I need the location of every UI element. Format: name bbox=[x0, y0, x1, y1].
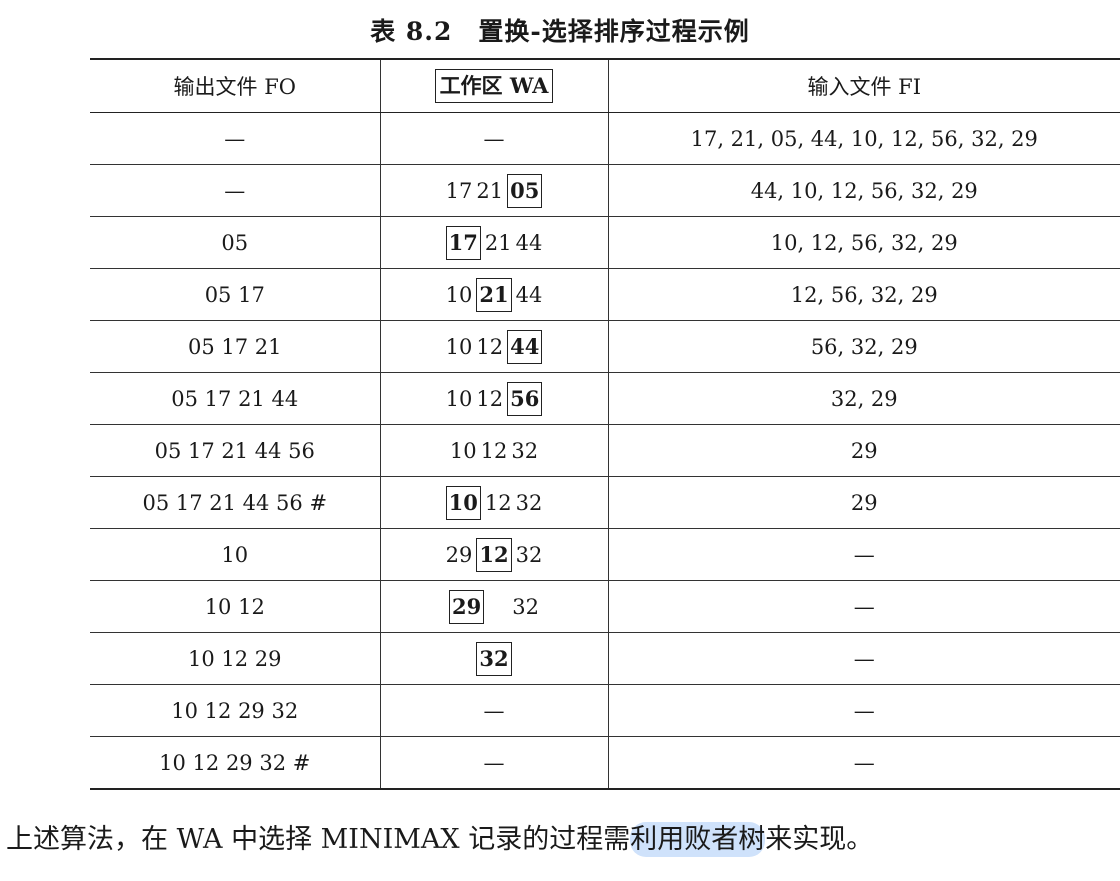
selected-record: 17 bbox=[445, 225, 481, 260]
cell-work-area: 17 21 44 bbox=[380, 216, 609, 269]
cell-output-file: 05 17 21 bbox=[90, 320, 381, 373]
work-area-record: 32 bbox=[511, 438, 539, 463]
replacement-selection-table: 输出文件 FO 工作区 WA 输入文件 FI — —17, 21, 05, 44,… bbox=[90, 58, 1120, 790]
cell-output-file: — bbox=[90, 164, 381, 217]
table-number: 表 8.2 bbox=[370, 17, 453, 46]
selected-record: 56 bbox=[507, 381, 543, 416]
table-row: 10 12 29 32 — — bbox=[90, 684, 1120, 737]
footer-text-after: 来实现。 bbox=[765, 824, 874, 855]
cell-work-area: 10 12 56 bbox=[380, 372, 609, 425]
cell-output-file: 10 bbox=[90, 528, 381, 581]
cell-work-area: 29 12 32 bbox=[380, 528, 609, 581]
cell-work-area: 32 bbox=[380, 632, 609, 685]
work-area-record: 32 bbox=[515, 490, 543, 515]
work-area-record: — bbox=[483, 126, 505, 151]
cell-output-file: 10 12 29 bbox=[90, 632, 381, 685]
cell-output-file: 05 17 21 44 56 # bbox=[90, 476, 381, 529]
work-area-record: 12 bbox=[476, 386, 504, 411]
work-area-record: 32 bbox=[515, 542, 543, 567]
work-area-record: 21 bbox=[484, 230, 512, 255]
cell-output-file: — bbox=[90, 112, 381, 165]
cell-output-file: 05 17 21 44 56 bbox=[90, 424, 381, 477]
cell-output-file: 10 12 bbox=[90, 580, 381, 633]
table-row: 05 17 21 44 10, 12, 56, 32, 29 bbox=[90, 216, 1120, 269]
selected-record: 12 bbox=[476, 537, 512, 572]
selected-record: 29 bbox=[449, 589, 485, 624]
table-row: 05 17 21 44 56 #10 12 32 29 bbox=[90, 476, 1120, 529]
header-output-file: 输出文件 FO bbox=[90, 58, 381, 113]
table-row: 10 29 12 32— bbox=[90, 528, 1120, 581]
work-area-record: 10 bbox=[445, 386, 473, 411]
table-row: 05 17 21 10 12 44 56, 32, 29 bbox=[90, 320, 1120, 373]
cell-input-file: 29 bbox=[608, 476, 1120, 529]
footer-text-before: 上述算法，在 WA 中选择 MINIMAX 记录的过程需 bbox=[6, 824, 631, 855]
cell-output-file: 05 17 21 44 bbox=[90, 372, 381, 425]
cell-work-area: 10 12 32 bbox=[380, 424, 609, 477]
cell-input-file: — bbox=[608, 736, 1120, 790]
table-row: — — 17, 21, 05, 44, 10, 12, 56, 32, 29 bbox=[90, 112, 1120, 165]
work-area-record: 12 bbox=[484, 490, 512, 515]
cell-input-file: 44, 10, 12, 56, 32, 29 bbox=[608, 164, 1120, 217]
selected-record: 32 bbox=[476, 641, 512, 676]
header-row: 输出文件 FO 工作区 WA 输入文件 FI bbox=[90, 58, 1120, 113]
cell-input-file: — bbox=[608, 632, 1120, 685]
cell-output-file: 05 bbox=[90, 216, 381, 269]
header-work-area-label: 工作区 WA bbox=[434, 69, 554, 103]
header-input-file: 输入文件 FI bbox=[608, 58, 1120, 113]
work-area-record: 12 bbox=[480, 438, 508, 463]
table-caption: 表 8.2 置换-选择排序过程示例 bbox=[0, 12, 1120, 52]
work-area-record: — bbox=[483, 750, 505, 775]
selected-record: 10 bbox=[445, 485, 481, 520]
table-body: — —17, 21, 05, 44, 10, 12, 56, 32, 29—17 2… bbox=[90, 112, 1120, 790]
selected-record: 21 bbox=[476, 277, 512, 312]
cell-work-area: 17 21 05 bbox=[380, 164, 609, 217]
work-area-record: 29 bbox=[445, 542, 473, 567]
header-work-area: 工作区 WA bbox=[380, 58, 609, 113]
footer-highlighted-text: 利用败者树 bbox=[630, 822, 766, 857]
cell-input-file: 10, 12, 56, 32, 29 bbox=[608, 216, 1120, 269]
cell-work-area: — bbox=[380, 684, 609, 737]
cell-output-file: 10 12 29 32 bbox=[90, 684, 381, 737]
cell-output-file: 05 17 bbox=[90, 268, 381, 321]
table-row: 10 12 29 32 — bbox=[90, 632, 1120, 685]
table-row: 05 17 10 21 44 12, 56, 32, 29 bbox=[90, 268, 1120, 321]
table-row: 10 12 29 32 — bbox=[90, 580, 1120, 633]
cell-input-file: 29 bbox=[608, 424, 1120, 477]
selected-record: 44 bbox=[507, 329, 543, 364]
cell-work-area: 29 32 bbox=[380, 580, 609, 633]
work-area-record: 21 bbox=[476, 178, 504, 203]
cell-work-area: 10 12 44 bbox=[380, 320, 609, 373]
cell-work-area: — bbox=[380, 736, 609, 790]
work-area-record: — bbox=[483, 698, 505, 723]
table-row: 10 12 29 32 # — — bbox=[90, 736, 1120, 790]
cell-work-area: 10 12 32 bbox=[380, 476, 609, 529]
work-area-record: 17 bbox=[445, 178, 473, 203]
work-area-record: 12 bbox=[476, 334, 504, 359]
cell-input-file: — bbox=[608, 684, 1120, 737]
cell-input-file: 17, 21, 05, 44, 10, 12, 56, 32, 29 bbox=[608, 112, 1120, 165]
cell-work-area: — bbox=[380, 112, 609, 165]
cell-input-file: — bbox=[608, 528, 1120, 581]
table-row: 05 17 21 44 56 10 12 32 29 bbox=[90, 424, 1120, 477]
work-area-record: 44 bbox=[515, 230, 543, 255]
cell-output-file: 10 12 29 32 # bbox=[90, 736, 381, 790]
table-row: —17 21 05 44, 10, 12, 56, 32, 29 bbox=[90, 164, 1120, 217]
table-row: 05 17 21 44 10 12 56 32, 29 bbox=[90, 372, 1120, 425]
work-area-record: 10 bbox=[445, 334, 473, 359]
selected-record: 05 bbox=[507, 173, 543, 208]
work-area-record: 32 bbox=[512, 594, 539, 619]
cell-input-file: 32, 29 bbox=[608, 372, 1120, 425]
cell-input-file: — bbox=[608, 580, 1120, 633]
footer-paragraph: 上述算法，在 WA 中选择 MINIMAX 记录的过程需利用败者树来实现。 bbox=[6, 820, 873, 864]
cell-work-area: 10 21 44 bbox=[380, 268, 609, 321]
work-area-record: 44 bbox=[515, 282, 543, 307]
cell-input-file: 56, 32, 29 bbox=[608, 320, 1120, 373]
work-area-record: 10 bbox=[449, 438, 477, 463]
cell-input-file: 12, 56, 32, 29 bbox=[608, 268, 1120, 321]
work-area-record: 10 bbox=[445, 282, 473, 307]
table-title: 置换-选择排序过程示例 bbox=[478, 17, 750, 46]
